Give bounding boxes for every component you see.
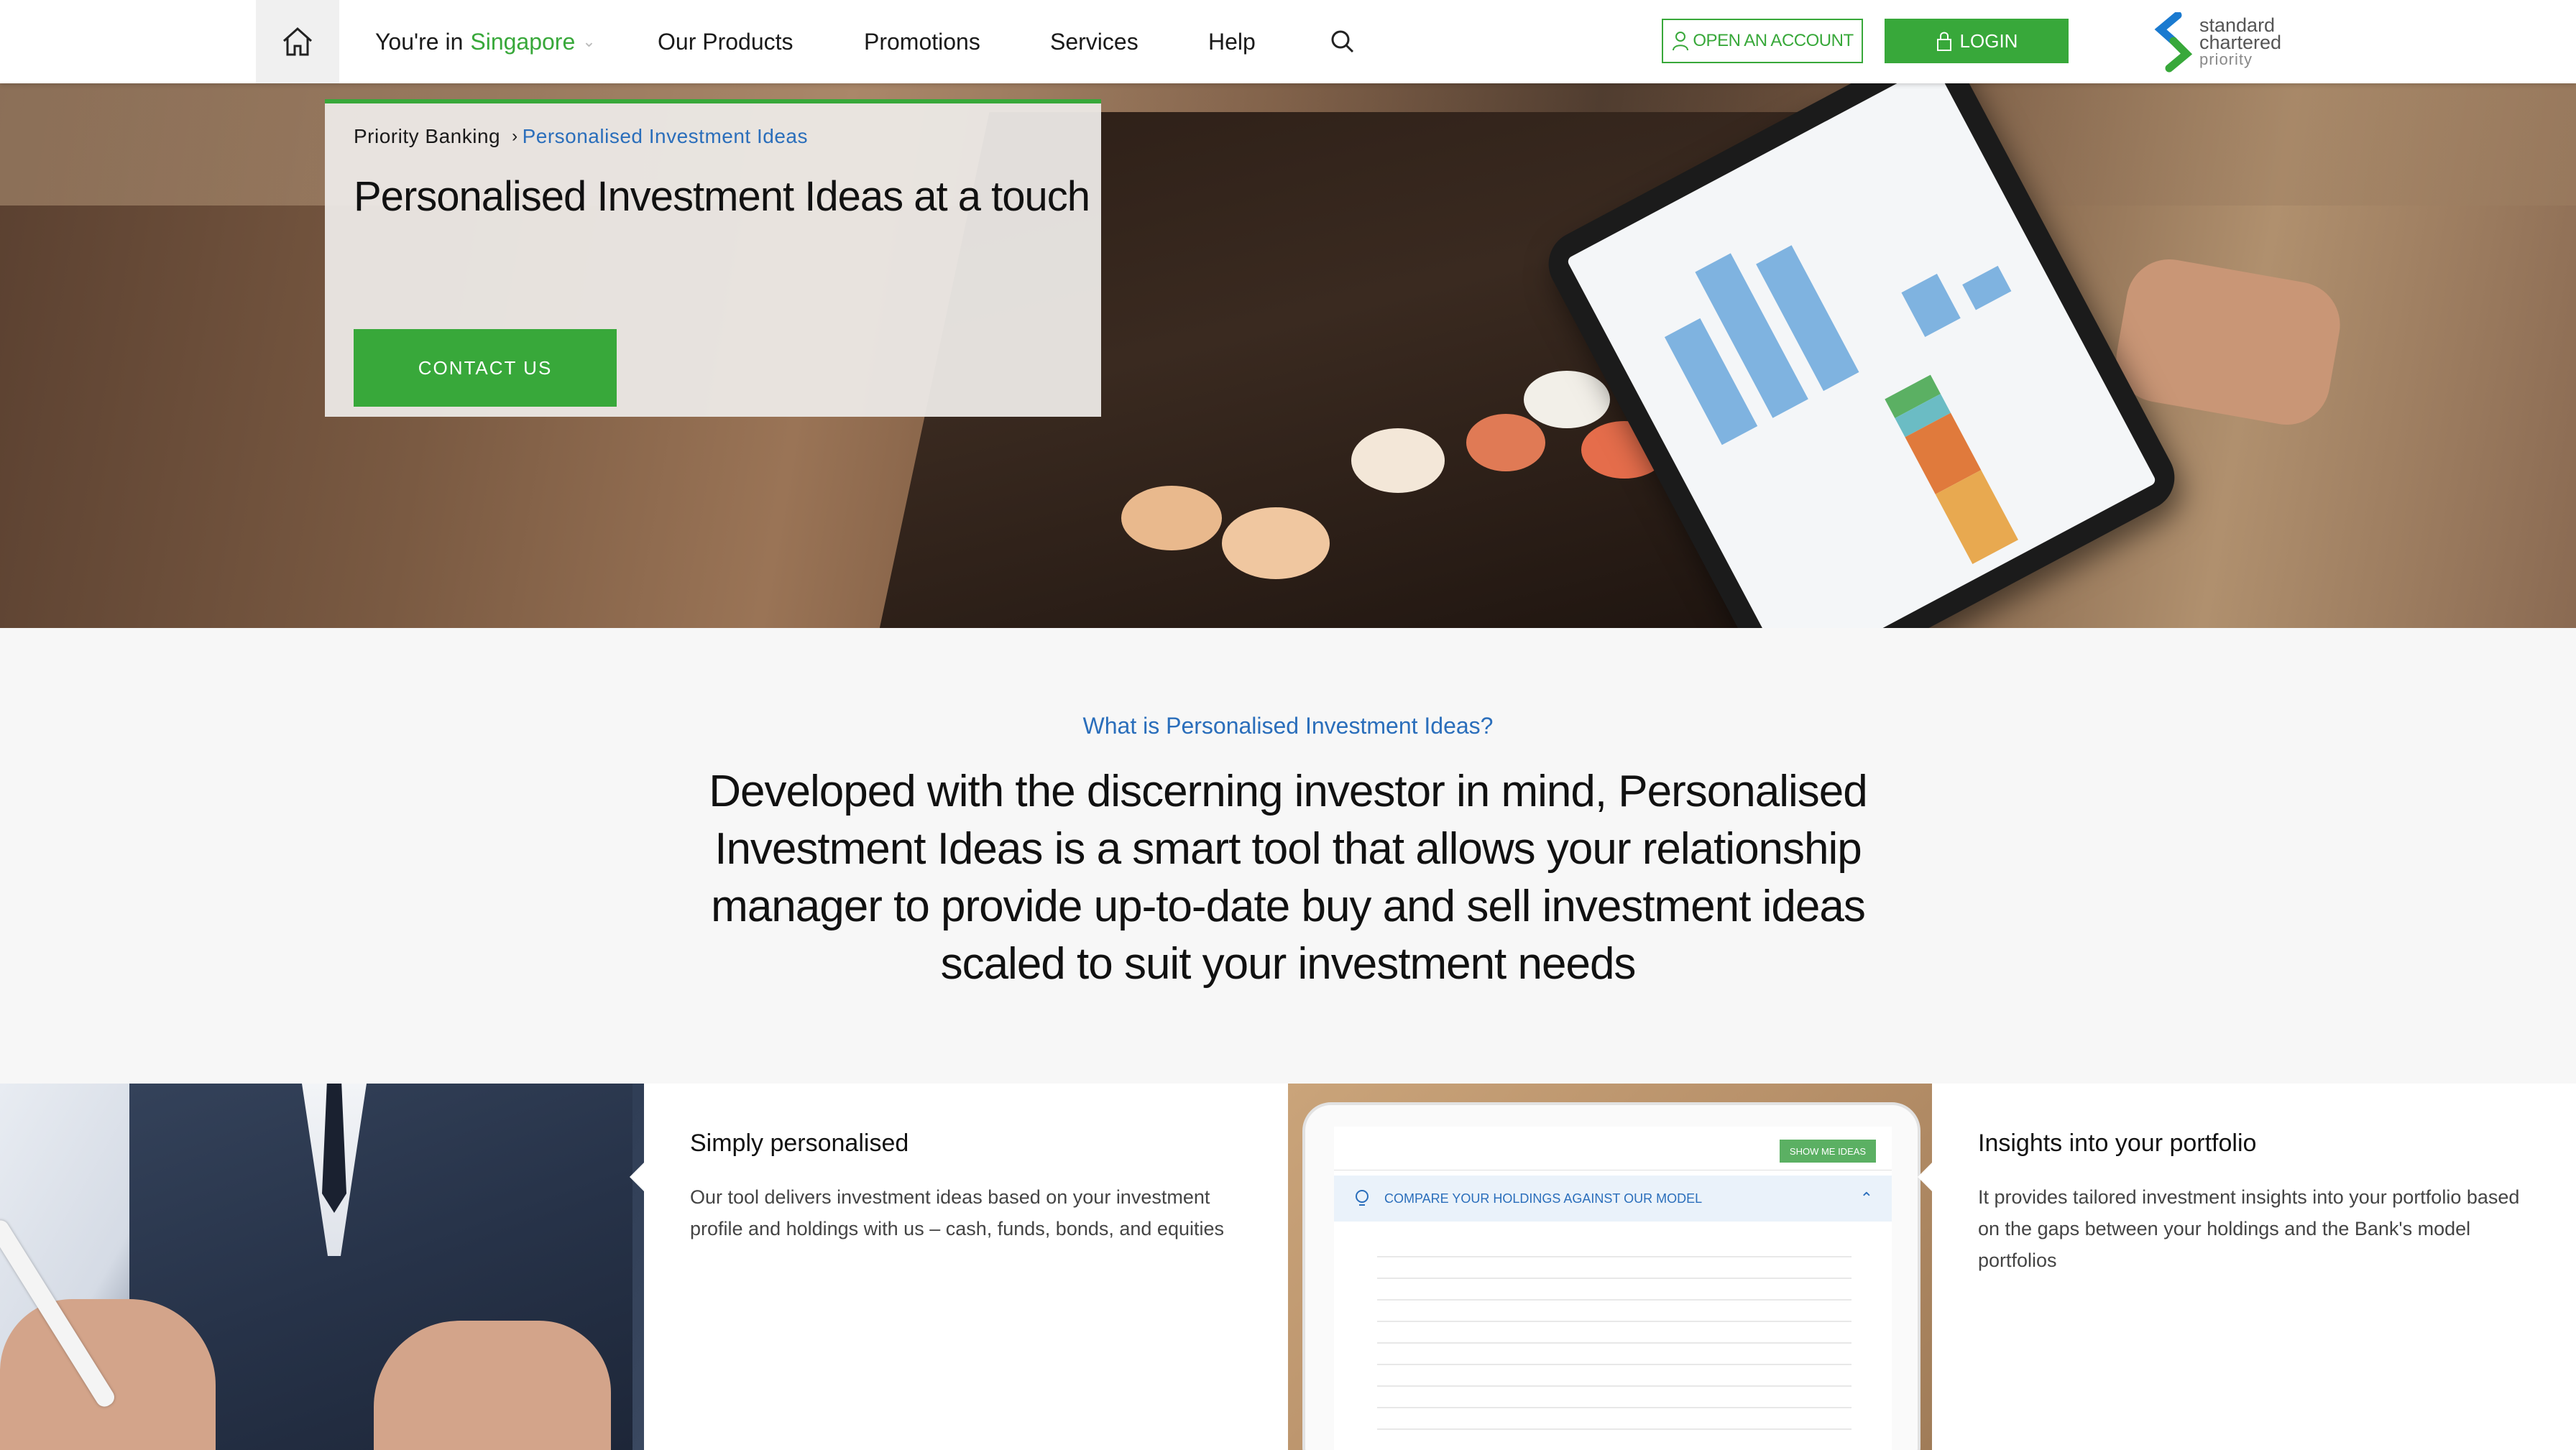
standard-chartered-logo[interactable]: standard chartered priority xyxy=(2153,10,2312,75)
pointer-arrow-icon xyxy=(630,1163,644,1191)
brand-mark-icon xyxy=(2154,12,2193,73)
compare-holdings-row: COMPARE YOUR HOLDINGS AGAINST OUR MODEL … xyxy=(1334,1176,1892,1222)
compare-label: COMPARE YOUR HOLDINGS AGAINST OUR MODEL xyxy=(1384,1191,1703,1206)
breadcrumb-separator-icon: › xyxy=(512,126,518,146)
feature-body: Our tool delivers investment ideas based… xyxy=(690,1186,1224,1239)
open-account-button[interactable]: OPEN AN ACCOUNT xyxy=(1662,19,1863,63)
home-icon xyxy=(282,27,313,56)
breadcrumb-current[interactable]: Personalised Investment Ideas xyxy=(523,125,808,148)
lock-icon xyxy=(1936,32,1951,51)
chevron-down-icon: ⌄ xyxy=(582,32,596,50)
nav-services[interactable]: Services xyxy=(1050,0,1138,83)
chevron-up-icon: ⌃ xyxy=(1859,1189,1873,1207)
login-label: LOGIN xyxy=(1959,29,2018,52)
nav-promotions[interactable]: Promotions xyxy=(864,0,980,83)
open-account-label: OPEN AN ACCOUNT xyxy=(1693,31,1854,50)
contact-us-button[interactable]: CONTACT US xyxy=(354,329,617,407)
nav-our-products[interactable]: Our Products xyxy=(658,0,794,83)
location-prefix: You're in xyxy=(375,28,464,55)
table-divider xyxy=(1377,1321,1852,1322)
sushi-decoration xyxy=(1351,428,1445,493)
location-value: Singapore xyxy=(470,28,576,55)
search-icon xyxy=(1331,30,1354,53)
sushi-decoration xyxy=(1466,414,1545,471)
nav-help[interactable]: Help xyxy=(1208,0,1256,83)
show-me-ideas-button: SHOW ME IDEAS xyxy=(1780,1140,1876,1163)
table-divider xyxy=(1377,1364,1852,1365)
logo-line-3: priority xyxy=(2199,50,2253,68)
tablet-chart-bar xyxy=(1962,265,2012,310)
breadcrumb-priority-banking[interactable]: Priority Banking xyxy=(354,125,500,148)
right-hand-decoration xyxy=(2109,252,2347,432)
pointer-arrow-icon xyxy=(1918,1163,1932,1191)
table-divider xyxy=(1377,1342,1852,1344)
intro-paragraph: Developed with the discerning investor i… xyxy=(709,767,1867,989)
logo-line-2: chartered xyxy=(2199,32,2282,53)
hero-banner: Priority Banking › Personalised Investme… xyxy=(0,83,2576,628)
feature-title: Simply personalised xyxy=(690,1130,909,1157)
location-selector[interactable]: You're in Singapore ⌄ xyxy=(375,0,596,83)
feature-image-tablet: SHOW ME IDEAS COMPARE YOUR HOLDINGS AGAI… xyxy=(1288,1084,1932,1450)
table-divider xyxy=(1377,1407,1852,1408)
logo-wordmark: standard chartered priority xyxy=(2199,16,2282,68)
search-button[interactable] xyxy=(1327,26,1358,57)
lightbulb-icon xyxy=(1356,1190,1368,1206)
feature-body: It provides tailored investment insights… xyxy=(1978,1186,2520,1271)
page-title: Personalised Investment Ideas at a touch xyxy=(354,173,1090,220)
table-divider xyxy=(1377,1256,1852,1257)
table-divider xyxy=(1377,1428,1852,1430)
table-divider xyxy=(1377,1278,1852,1279)
sushi-decoration xyxy=(1524,371,1610,428)
feature-image-signing xyxy=(0,1084,644,1450)
sushi-decoration xyxy=(1222,507,1330,579)
tablet-illustration: SHOW ME IDEAS COMPARE YOUR HOLDINGS AGAI… xyxy=(1302,1102,1920,1450)
home-button[interactable] xyxy=(256,0,339,83)
table-divider xyxy=(1377,1385,1852,1387)
hand-decoration xyxy=(374,1321,611,1450)
tablet-toolbar: SHOW ME IDEAS xyxy=(1334,1127,1892,1170)
feature-simply-personalised: Simply personalised Our tool delivers in… xyxy=(630,1084,1288,1450)
tablet-screen: SHOW ME IDEAS COMPARE YOUR HOLDINGS AGAI… xyxy=(1334,1127,1892,1450)
sushi-decoration xyxy=(1121,486,1222,550)
feature-portfolio-insights: Insights into your portfolio It provides… xyxy=(1918,1084,2576,1450)
table-divider xyxy=(1377,1299,1852,1301)
hand-decoration xyxy=(0,1299,216,1450)
tablet-chart-bar xyxy=(1901,273,1961,338)
top-navigation-bar: You're in Singapore ⌄ Our Products Promo… xyxy=(0,0,2576,83)
user-icon xyxy=(1673,32,1689,51)
breadcrumb: Priority Banking › Personalised Investme… xyxy=(354,125,808,148)
login-button[interactable]: LOGIN xyxy=(1885,19,2069,63)
feature-title: Insights into your portfolio xyxy=(1978,1130,2257,1157)
hero-card: Priority Banking › Personalised Investme… xyxy=(325,99,1101,417)
intro-question: What is Personalised Investment Ideas? xyxy=(1082,713,1494,739)
